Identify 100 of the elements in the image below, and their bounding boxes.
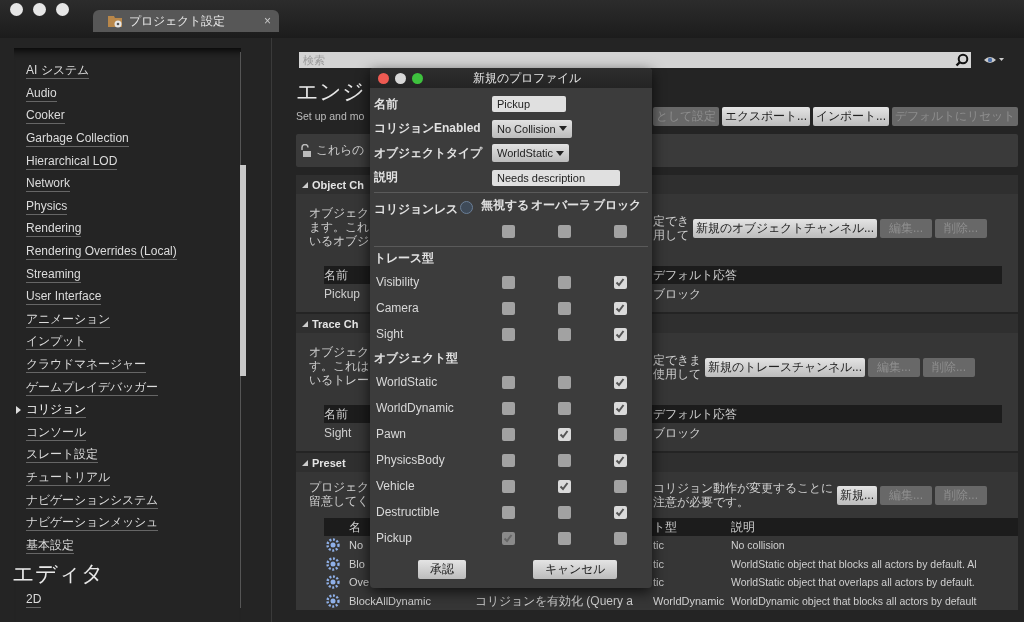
checkbox[interactable]	[613, 427, 627, 441]
table-cell: tic	[652, 557, 664, 570]
gear-icon	[325, 594, 340, 609]
toolbar-button[interactable]: エクスポート...	[721, 106, 810, 126]
checkbox[interactable]	[501, 275, 515, 289]
action-button[interactable]: 新規のオブジェクトチャンネル...	[692, 218, 877, 238]
gear-icon	[325, 556, 340, 571]
checkbox[interactable]	[613, 225, 627, 238]
sidebar-link[interactable]: Garbage Collection	[26, 131, 129, 148]
checkbox[interactable]	[557, 225, 571, 238]
table-cell: tic	[652, 576, 664, 589]
sidebar-link[interactable]: アニメーション	[26, 311, 110, 328]
description-text: 使用して	[652, 367, 701, 381]
minimize-button[interactable]	[395, 72, 406, 84]
dialog-button[interactable]: 承認	[418, 560, 466, 579]
checkbox[interactable]	[557, 479, 571, 493]
eye-icon[interactable]	[982, 54, 1005, 66]
table-cell: Pickup	[323, 287, 360, 301]
page-subtitle: Set up and mo	[295, 110, 365, 122]
checkbox[interactable]	[557, 327, 571, 341]
sidebar-link[interactable]: ゲームプレイデバッガー	[26, 379, 158, 396]
checkbox[interactable]	[613, 531, 627, 545]
checkbox[interactable]	[557, 401, 571, 415]
checkbox[interactable]	[613, 479, 627, 493]
column-header: 名前	[323, 405, 348, 423]
scrollbar[interactable]	[240, 52, 245, 608]
sidebar-link[interactable]: コリジョン	[26, 402, 86, 419]
checkbox[interactable]	[557, 375, 571, 389]
window-control-button[interactable]	[56, 3, 69, 16]
action-button[interactable]: 新規...	[836, 485, 877, 505]
gear-icon	[325, 575, 340, 590]
checkbox[interactable]	[501, 301, 515, 315]
caret-icon	[556, 150, 565, 156]
sidebar-link[interactable]: AI システム	[26, 63, 89, 80]
toolbar-button[interactable]: インポート...	[813, 106, 889, 126]
description-text: 注意が必要です。	[652, 495, 749, 509]
text-field[interactable]: Pickup	[492, 96, 566, 113]
sidebar-link[interactable]: Hierarchical LOD	[26, 153, 118, 170]
checkbox[interactable]	[501, 401, 515, 415]
sidebar-link[interactable]: Physics	[26, 198, 68, 215]
column-header: 無視する	[481, 197, 529, 214]
checkbox[interactable]	[557, 427, 571, 441]
checkbox[interactable]	[613, 401, 627, 415]
window-control-button[interactable]	[33, 3, 46, 16]
checkbox[interactable]	[613, 453, 627, 467]
dropdown[interactable]: No Collision	[492, 119, 572, 138]
description-text: コリジョン動作が変更することに	[652, 481, 833, 495]
sidebar-link[interactable]: クラウドマネージャー	[26, 357, 146, 373]
description-text: 用して	[652, 228, 689, 242]
description-text: いるトレー	[308, 373, 369, 387]
dialog-button[interactable]: キャンセル	[533, 560, 617, 579]
checkbox[interactable]	[557, 505, 571, 519]
window-control-button[interactable]	[10, 3, 23, 16]
checkbox[interactable]	[501, 427, 515, 441]
description-text: プロジェク	[308, 480, 369, 494]
sidebar-link[interactable]: チュートリアル	[26, 470, 110, 486]
checkbox[interactable]	[557, 531, 571, 545]
action-button[interactable]: 新規のトレースチャンネル...	[704, 357, 865, 377]
dropdown[interactable]: WorldStatic	[492, 144, 570, 163]
checkbox[interactable]	[613, 505, 627, 519]
sidebar-link[interactable]: コンソール	[26, 424, 86, 441]
project-settings-tab[interactable]: プロジェクト設定 ×	[93, 10, 279, 32]
sidebar-link[interactable]: Rendering	[26, 221, 82, 238]
close-icon[interactable]: ×	[264, 14, 271, 28]
section-label: コリジョンレス	[374, 201, 458, 218]
checkbox[interactable]	[613, 275, 627, 289]
help-icon[interactable]	[460, 201, 473, 214]
sidebar-link[interactable]: スレート設定	[26, 447, 98, 464]
checkbox[interactable]	[557, 275, 571, 289]
checkbox[interactable]	[557, 453, 571, 467]
sidebar-link[interactable]: 2D	[26, 592, 42, 609]
sidebar-link[interactable]: Network	[26, 176, 70, 193]
sidebar-link[interactable]: ナビゲーションメッシュ	[26, 515, 158, 532]
sidebar-link[interactable]: Rendering Overrides (Local)	[26, 244, 177, 261]
sidebar-link[interactable]: インプット	[26, 334, 86, 351]
checkbox[interactable]	[501, 327, 515, 341]
checkbox[interactable]	[501, 375, 515, 389]
field-label: オブジェクトタイプ	[374, 144, 482, 162]
row-label: WorldDynamic	[375, 401, 454, 415]
text-field[interactable]: Needs description	[492, 169, 620, 186]
checkbox[interactable]	[501, 479, 515, 493]
table-cell: コリジョンを有効化 (Query a	[474, 592, 633, 610]
checkbox[interactable]	[557, 301, 571, 315]
sidebar-link[interactable]: User Interface	[26, 289, 102, 306]
sidebar-link[interactable]: 基本設定	[26, 537, 74, 554]
close-button[interactable]	[378, 72, 389, 84]
sidebar-link[interactable]: Streaming	[26, 266, 81, 283]
checkbox[interactable]	[501, 225, 515, 238]
checkbox[interactable]	[613, 327, 627, 341]
checkbox[interactable]	[501, 453, 515, 467]
checkbox[interactable]	[613, 375, 627, 389]
sidebar-link[interactable]: ナビゲーションシステム	[26, 492, 158, 509]
sidebar-link[interactable]: Audio	[26, 85, 57, 102]
checkbox[interactable]	[613, 301, 627, 315]
zoom-button[interactable]	[412, 72, 423, 84]
sidebar-heading: エディタ	[12, 560, 104, 589]
sidebar-link[interactable]: Cooker	[26, 108, 65, 125]
row-label: Camera	[375, 301, 419, 315]
row-label: WorldStatic	[375, 375, 438, 389]
checkbox[interactable]	[501, 505, 515, 519]
